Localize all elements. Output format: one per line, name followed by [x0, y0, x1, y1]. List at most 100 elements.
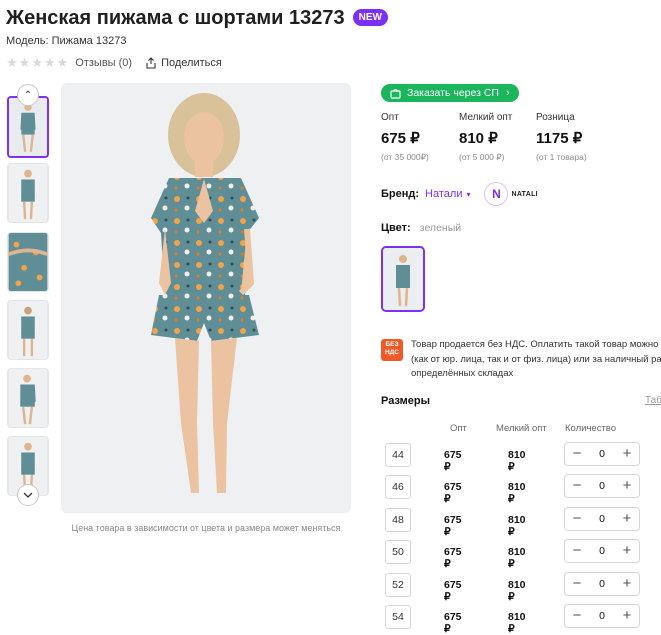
- quantity-value[interactable]: 0: [599, 513, 605, 525]
- minus-icon[interactable]: −: [571, 608, 583, 623]
- minus-icon[interactable]: −: [571, 511, 583, 526]
- no-vat-icon-line2: НДС: [384, 349, 400, 356]
- reviews-link[interactable]: Отзывы (0): [75, 57, 132, 69]
- star-icon[interactable]: ★: [6, 55, 18, 71]
- new-badge: NEW: [352, 9, 388, 26]
- price-condition: (от 1 товара): [536, 152, 587, 162]
- chevron-down-icon: [23, 492, 33, 498]
- thumbnail[interactable]: [7, 300, 49, 360]
- thumbnail[interactable]: [7, 368, 49, 428]
- price-opt-cell: 675 ₽: [444, 481, 462, 505]
- quantity-stepper: − 0 +: [564, 442, 640, 466]
- star-icon[interactable]: ★: [44, 55, 56, 71]
- quantity-value[interactable]: 0: [599, 480, 605, 492]
- order-via-sp-button[interactable]: Заказать через СП ›: [381, 84, 519, 102]
- gallery-caption: Цена товара в зависимости от цвета и раз…: [71, 523, 341, 533]
- color-swatch[interactable]: [381, 246, 425, 312]
- plus-icon[interactable]: +: [621, 608, 633, 623]
- plus-icon[interactable]: +: [621, 478, 633, 493]
- price-small-opt-cell: 810 ₽: [508, 514, 526, 538]
- quantity-value[interactable]: 0: [599, 578, 605, 590]
- price-small-opt-cell: 810 ₽: [508, 481, 526, 505]
- price-small-opt-cell: 810 ₽: [508, 546, 526, 570]
- price-small-opt-cell: 810 ₽: [508, 579, 526, 603]
- price-value: 810 ₽: [459, 130, 498, 147]
- price-opt-cell: 675 ₽: [444, 546, 462, 570]
- size-cell: 46: [385, 475, 411, 499]
- column-header-small-opt: Мелкий опт: [496, 423, 547, 434]
- plus-icon[interactable]: +: [621, 543, 633, 558]
- price-condition: (от 35 000₽): [381, 152, 429, 162]
- share-icon: [146, 57, 156, 69]
- minus-icon[interactable]: −: [571, 543, 583, 558]
- price-label: Опт: [381, 112, 399, 123]
- price-opt-cell: 675 ₽: [444, 514, 462, 538]
- plus-icon[interactable]: +: [621, 446, 633, 461]
- vat-notice-line: Товар продается без НДС. Оплатить такой …: [411, 339, 661, 350]
- product-title: Женская пижама с шортами 13273 NEW: [6, 7, 388, 30]
- size-table-link[interactable]: Таб: [645, 395, 661, 406]
- quantity-stepper: − 0 +: [564, 572, 640, 596]
- price-opt-cell: 675 ₽: [444, 579, 462, 603]
- plus-icon[interactable]: +: [621, 576, 633, 591]
- color-value: зеленый: [419, 222, 462, 234]
- thumbnail[interactable]: [7, 232, 49, 292]
- column-header-opt: Опт: [450, 423, 467, 434]
- rating-row: ★ ★ ★ ★ ★ Отзывы (0) Поделиться: [6, 55, 222, 71]
- share-button[interactable]: Поделиться: [146, 57, 222, 69]
- minus-icon[interactable]: −: [571, 576, 583, 591]
- price-opt: Опт 675 ₽ (от 35 000₽): [381, 112, 429, 163]
- price-label: Розница: [536, 112, 575, 123]
- main-product-image[interactable]: [61, 83, 351, 513]
- quantity-value[interactable]: 0: [599, 448, 605, 460]
- brand-row: Бренд: Натали ▾ N NATALI: [381, 182, 538, 206]
- brand-link[interactable]: Натали: [425, 188, 462, 200]
- star-icon[interactable]: ★: [31, 55, 43, 71]
- price-label: Мелкий опт: [459, 112, 513, 123]
- product-title-text: Женская пижама с шортами 13273: [6, 7, 345, 29]
- order-button-label: Заказать через СП: [407, 87, 499, 99]
- column-header-quantity: Количество: [565, 423, 617, 434]
- star-icon[interactable]: ★: [57, 55, 69, 71]
- size-cell: 52: [385, 573, 411, 597]
- price-opt-cell: 675 ₽: [444, 449, 462, 473]
- brand-logo[interactable]: N: [484, 182, 509, 206]
- sizes-title: Размеры: [381, 395, 431, 407]
- minus-icon[interactable]: −: [571, 478, 583, 493]
- price-small-opt-cell: 810 ₽: [508, 611, 526, 635]
- price-condition: (от 5 000 ₽): [459, 152, 505, 162]
- vat-notice-line: определённых складах: [411, 368, 514, 379]
- brand-logo-text: NATALI: [511, 190, 538, 198]
- minus-icon[interactable]: −: [571, 446, 583, 461]
- no-vat-icon: БЕЗ НДС: [381, 339, 403, 361]
- color-label: Цвет:: [381, 222, 411, 234]
- no-vat-icon-line1: БЕЗ: [385, 341, 399, 348]
- size-cell: 48: [385, 508, 411, 532]
- color-row: Цвет: зеленый: [381, 222, 461, 234]
- product-model: Модель: Пижама 13273: [6, 35, 127, 47]
- size-cell: 44: [385, 443, 411, 467]
- price-small-opt: Мелкий опт 810 ₽ (от 5 000 ₽): [459, 112, 512, 163]
- size-cell: 50: [385, 540, 411, 564]
- star-icon[interactable]: ★: [19, 55, 31, 71]
- quantity-stepper: − 0 +: [564, 474, 640, 498]
- quantity-value[interactable]: 0: [599, 545, 605, 557]
- price-retail: Розница 1175 ₽ (от 1 товара): [536, 112, 587, 162]
- quantity-stepper: − 0 +: [564, 604, 640, 628]
- price-value: 675 ₽: [381, 130, 420, 147]
- share-label: Поделиться: [161, 57, 222, 69]
- brand-label: Бренд:: [381, 188, 420, 200]
- thumbnail-prev-button[interactable]: ⌃: [17, 84, 39, 106]
- plus-icon[interactable]: +: [621, 511, 633, 526]
- thumbnail[interactable]: [7, 163, 49, 223]
- price-opt-cell: 675 ₽: [444, 611, 462, 635]
- price-small-opt-cell: 810 ₽: [508, 449, 526, 473]
- price-value: 1175 ₽: [536, 130, 583, 147]
- thumbnail-next-button[interactable]: [17, 484, 39, 506]
- quantity-value[interactable]: 0: [599, 610, 605, 622]
- chevron-right-icon: ›: [505, 87, 510, 99]
- cart-icon: [390, 88, 401, 99]
- chevron-up-icon: ⌃: [23, 89, 33, 101]
- chevron-down-icon[interactable]: ▾: [466, 190, 470, 199]
- size-cell: 54: [385, 605, 411, 629]
